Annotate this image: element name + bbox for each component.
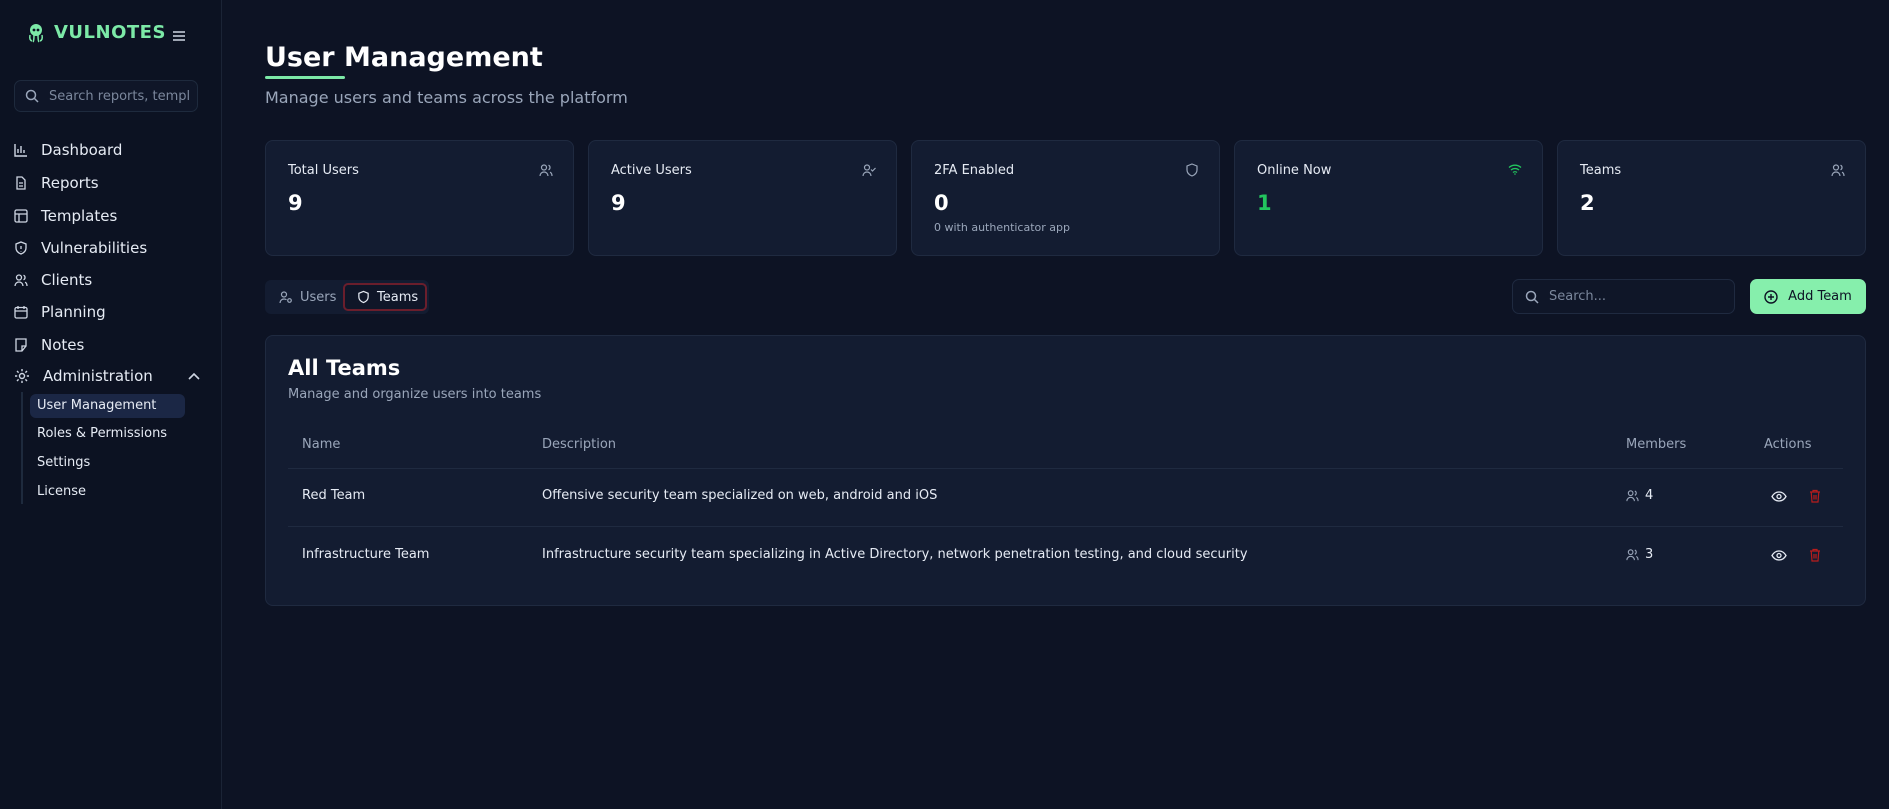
stat-value: 9 — [288, 191, 303, 215]
sidebar-item-label: Vulnerabilities — [41, 239, 148, 257]
panel-title: All Teams — [288, 356, 401, 380]
stat-value: 1 — [1257, 191, 1272, 215]
sidebar-item-label: Administration — [43, 367, 153, 385]
stat-card-active-users: Active Users 9 — [588, 140, 897, 256]
tabs: Users Teams — [265, 280, 429, 314]
team-name: Infrastructure Team — [302, 547, 430, 562]
tab-users[interactable]: Users — [279, 283, 336, 311]
brand-logo[interactable]: VULNOTES — [26, 22, 166, 43]
sidebar-item-templates[interactable]: Templates — [14, 205, 117, 227]
stat-value: 0 — [934, 191, 949, 215]
add-team-label: Add Team — [1788, 289, 1852, 304]
sidebar-item-clients[interactable]: Clients — [14, 269, 92, 291]
octopus-logo-icon — [26, 23, 46, 43]
sidebar-item-label: Notes — [41, 336, 85, 354]
stat-label: Teams — [1580, 163, 1622, 178]
sidebar-item-label: Planning — [41, 303, 106, 321]
sidebar-search-input[interactable] — [47, 87, 191, 105]
add-team-button[interactable]: Add Team — [1750, 279, 1866, 314]
team-members: 3 — [1626, 547, 1653, 562]
wifi-icon — [1508, 163, 1522, 175]
page-subtitle: Manage users and teams across the platfo… — [265, 88, 628, 107]
sidebar-item-reports[interactable]: Reports — [14, 172, 99, 194]
stat-value: 9 — [611, 191, 626, 215]
stat-card-total-users: Total Users 9 — [265, 140, 574, 256]
user-cog-icon — [279, 290, 293, 304]
subnav-divider — [21, 392, 23, 504]
stat-value: 2 — [1580, 191, 1595, 215]
sidebar-item-label: Clients — [41, 271, 93, 289]
title-underline — [265, 76, 345, 79]
sidebar-item-label: Reports — [41, 174, 99, 192]
sidebar-item-dashboard[interactable]: Dashboard — [14, 139, 122, 161]
view-icon[interactable] — [1771, 491, 1787, 502]
sidebar-item-label: Templates — [41, 207, 118, 225]
stat-label: Active Users — [611, 163, 692, 178]
team-description: Infrastructure security team specializin… — [542, 547, 1248, 562]
stat-card-teams: Teams 2 — [1557, 140, 1866, 256]
stat-label: Total Users — [288, 163, 359, 178]
stat-card-online-now: Online Now 1 — [1234, 140, 1543, 256]
column-header-members: Members — [1626, 437, 1687, 452]
plus-circle-icon — [1764, 289, 1778, 304]
gear-icon — [14, 368, 30, 384]
bar-chart-icon — [14, 143, 28, 157]
teams-panel: All Teams Manage and organize users into… — [265, 335, 1866, 606]
sidebar-item-vulnerabilities[interactable]: Vulnerabilities — [14, 237, 147, 259]
shield-alert-icon — [14, 241, 28, 255]
view-icon[interactable] — [1771, 550, 1787, 561]
page-title: User Management — [265, 42, 543, 73]
member-count: 3 — [1645, 547, 1654, 562]
menu-toggle-icon[interactable] — [172, 30, 186, 42]
sidebar-item-label: Dashboard — [41, 141, 123, 159]
subnav-license[interactable]: License — [37, 480, 86, 504]
sticky-note-icon — [14, 338, 28, 352]
column-header-actions: Actions — [1764, 437, 1812, 452]
subnav-roles-permissions[interactable]: Roles & Permissions — [37, 422, 167, 446]
header-divider — [288, 468, 1843, 469]
file-text-icon — [14, 176, 28, 190]
search-icon — [1525, 290, 1539, 304]
users-icon — [1626, 548, 1639, 561]
brand-name: VULNOTES — [54, 22, 166, 43]
tab-label: Teams — [377, 289, 419, 305]
trash-icon[interactable] — [1809, 489, 1821, 503]
column-header-name: Name — [302, 437, 341, 452]
users-icon — [1831, 163, 1845, 177]
tab-label: Users — [300, 289, 337, 305]
shield-icon — [1185, 163, 1199, 177]
stat-card-2fa-enabled: 2FA Enabled 0 0 with authenticator app — [911, 140, 1220, 256]
chevron-up-icon[interactable] — [188, 372, 200, 380]
users-icon — [1626, 489, 1639, 502]
tab-teams[interactable]: Teams — [343, 283, 427, 311]
panel-subtitle: Manage and organize users into teams — [288, 387, 542, 402]
stat-label: 2FA Enabled — [934, 163, 1015, 178]
sidebar-item-notes[interactable]: Notes — [14, 334, 84, 356]
shield-icon — [357, 290, 370, 304]
member-count: 4 — [1645, 488, 1654, 503]
stat-label: Online Now — [1257, 163, 1332, 178]
trash-icon[interactable] — [1809, 548, 1821, 562]
team-description: Offensive security team specialized on w… — [542, 488, 938, 503]
row-divider — [288, 526, 1843, 527]
stat-subtext: 0 with authenticator app — [934, 221, 1070, 234]
team-search[interactable] — [1512, 279, 1735, 314]
team-search-input[interactable] — [1547, 288, 1731, 305]
sidebar: VULNOTES Dashboard Reports Templates Vul… — [0, 0, 222, 809]
users-icon — [539, 163, 553, 177]
calendar-icon — [14, 305, 28, 319]
users-icon — [14, 273, 28, 287]
sidebar-search[interactable] — [14, 80, 198, 112]
search-icon — [25, 89, 39, 103]
sidebar-item-planning[interactable]: Planning — [14, 301, 106, 323]
user-check-icon — [862, 163, 876, 177]
subnav-user-management[interactable]: User Management — [30, 394, 185, 418]
team-name: Red Team — [302, 488, 366, 503]
team-members: 4 — [1626, 488, 1653, 503]
layout-icon — [14, 209, 28, 223]
column-header-description: Description — [542, 437, 617, 452]
subnav-settings[interactable]: Settings — [37, 451, 90, 475]
sidebar-item-administration[interactable]: Administration — [14, 365, 200, 387]
